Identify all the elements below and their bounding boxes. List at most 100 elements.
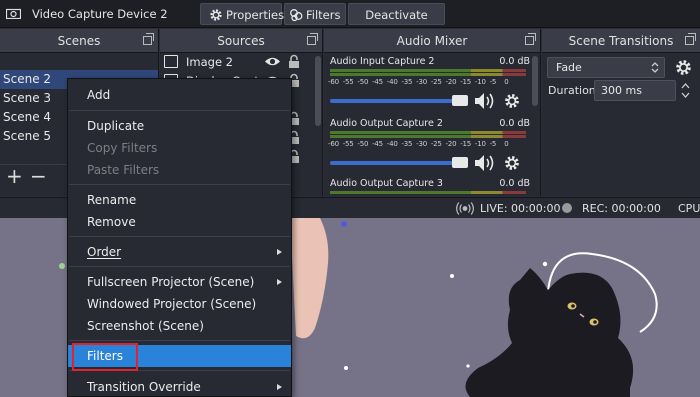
speaker-icon[interactable] xyxy=(474,154,496,172)
mixer-channel: Audio Input Capture 2 0.0 dB -60 -55 -50 -4… xyxy=(328,56,532,116)
undock-icon[interactable] xyxy=(143,33,154,45)
channel-name: Audio Output Capture 2 xyxy=(330,118,443,129)
meter-tick-label: -55 xyxy=(342,140,354,148)
add-scene-button[interactable]: + xyxy=(6,166,23,186)
menu-separator xyxy=(69,266,290,267)
menu-item-remove[interactable]: Remove xyxy=(68,211,291,233)
submenu-arrow-icon xyxy=(277,279,282,285)
level-meter xyxy=(330,191,526,194)
channel-name: Audio Output Capture 3 xyxy=(330,178,443,189)
meter-tick-label: -35 xyxy=(401,78,413,86)
level-meter xyxy=(330,135,526,138)
deactivate-button[interactable]: Deactivate xyxy=(348,3,445,25)
channel-db: 0.0 dB xyxy=(499,118,530,129)
volume-slider-handle[interactable] xyxy=(452,95,468,106)
menu-item-paste-filters[interactable]: Paste Filters xyxy=(68,159,291,181)
source-toolbar: Video Capture Device 2 Properties Filter… xyxy=(0,0,700,28)
undock-icon[interactable] xyxy=(525,33,536,45)
level-meter xyxy=(330,131,526,134)
volume-slider[interactable] xyxy=(330,99,468,103)
scenes-title: Scenes xyxy=(57,34,101,48)
meter-tick-label: -60 xyxy=(328,140,339,148)
cpu-label: CPU xyxy=(678,202,700,215)
audio-mixer-title: Audio Mixer xyxy=(396,34,468,48)
submenu-arrow-icon xyxy=(277,249,282,255)
properties-button[interactable]: Properties xyxy=(200,3,284,25)
gear-icon[interactable] xyxy=(675,59,692,76)
menu-item-fullscreen-projector-label: Fullscreen Projector (Scene) xyxy=(87,275,255,289)
selected-source-name: Video Capture Device 2 xyxy=(32,7,168,21)
filter-icon xyxy=(290,9,303,22)
menu-separator xyxy=(69,340,290,341)
meter-tick-label: -40 xyxy=(386,140,398,148)
audio-mixer-dock: Audio Mixer Audio Input Capture 2 0.0 dB… xyxy=(324,29,541,196)
meter-tick-label: -25 xyxy=(430,140,442,148)
meter-tick-label: -30 xyxy=(416,78,427,86)
menu-item-transition-override-label: Transition Override xyxy=(87,380,201,394)
volume-slider[interactable] xyxy=(330,161,468,165)
live-timer: LIVE: 00:00:00 xyxy=(480,202,561,215)
chevron-updown-icon xyxy=(651,62,659,73)
sources-title: Sources xyxy=(217,34,265,48)
broadcast-icon xyxy=(456,202,474,215)
mixer-channel: Audio Output Capture 2 0.0 dB -60 -55 -50-… xyxy=(328,118,532,178)
rec-dot-icon xyxy=(562,203,572,213)
meter-tick-label: -15 xyxy=(460,78,472,86)
remove-scene-button[interactable]: − xyxy=(30,166,47,186)
meter-tick-label: -10 xyxy=(474,78,486,86)
menu-item-fullscreen-projector[interactable]: Fullscreen Projector (Scene) xyxy=(68,271,291,293)
filters-highlight-box xyxy=(72,343,138,371)
meter-tick-label: 0 xyxy=(504,140,509,148)
source-label: Image 2 xyxy=(186,55,233,69)
menu-item-order[interactable]: Order xyxy=(68,241,291,263)
filters-button[interactable]: Filters xyxy=(284,3,346,25)
audio-mixer-header: Audio Mixer xyxy=(324,29,540,53)
meter-tick-label: -60 xyxy=(328,78,339,86)
meter-tick-label: -10 xyxy=(474,140,486,148)
meter-tick-label: -50 xyxy=(357,140,369,148)
lock-icon[interactable] xyxy=(288,54,300,69)
meter-tick-label: -45 xyxy=(372,140,383,148)
sources-scrollbar[interactable] xyxy=(315,56,321,126)
meter-tick-label: -30 xyxy=(416,140,427,148)
level-meter xyxy=(330,69,526,72)
level-meter xyxy=(330,73,526,76)
menu-item-transition-override[interactable]: Transition Override xyxy=(68,376,291,397)
gear-icon[interactable] xyxy=(504,155,520,171)
meter-scale: -60 -55 -50 -45 -40 -35 -30 -25 -20 -15 -10 -5 0 xyxy=(328,78,528,86)
source-item[interactable]: Image 2 xyxy=(162,52,307,72)
scenes-header: Scenes xyxy=(0,29,158,53)
channel-db: 0.0 dB xyxy=(499,56,530,67)
undock-icon[interactable] xyxy=(307,33,318,45)
menu-item-rename[interactable]: Rename xyxy=(68,189,291,211)
menu-item-copy-filters[interactable]: Copy Filters xyxy=(68,137,291,159)
volume-slider-handle[interactable] xyxy=(452,157,468,168)
meter-tick-label: -20 xyxy=(445,78,457,86)
meter-tick-label: -45 xyxy=(372,78,383,86)
speaker-icon[interactable] xyxy=(474,92,496,110)
menu-item-duplicate[interactable]: Duplicate xyxy=(68,115,291,137)
meter-tick-label: -35 xyxy=(401,140,413,148)
menu-separator xyxy=(69,236,290,237)
undock-icon[interactable] xyxy=(685,33,696,45)
gear-icon xyxy=(210,9,222,21)
gear-icon[interactable] xyxy=(504,93,520,109)
meter-tick-label: -50 xyxy=(357,78,369,86)
meter-scale: -60 -55 -50 -45 -40 -35 -30 -25 -20 -15 -10 -5 0 xyxy=(328,140,528,148)
menu-separator xyxy=(69,184,290,185)
image-icon xyxy=(164,55,178,68)
meter-tick-label: -40 xyxy=(386,78,398,86)
transition-select[interactable]: Fade xyxy=(547,57,665,78)
menu-item-windowed-projector[interactable]: Windowed Projector (Scene) xyxy=(68,293,291,315)
menu-item-screenshot[interactable]: Screenshot (Scene) xyxy=(68,315,291,337)
spin-arrows-icon[interactable] xyxy=(681,82,690,99)
eye-icon[interactable] xyxy=(264,55,281,68)
filters-label: Filters xyxy=(306,8,341,22)
menu-item-add[interactable]: Add xyxy=(68,84,291,106)
camera-icon xyxy=(6,8,21,19)
rec-timer: REC: 00:00:00 xyxy=(582,202,661,215)
meter-tick-label: -55 xyxy=(342,78,354,86)
duration-spinbox[interactable]: 300 ms xyxy=(594,80,676,101)
submenu-arrow-icon xyxy=(277,384,282,390)
mixer-scrollbar[interactable] xyxy=(532,56,538,106)
